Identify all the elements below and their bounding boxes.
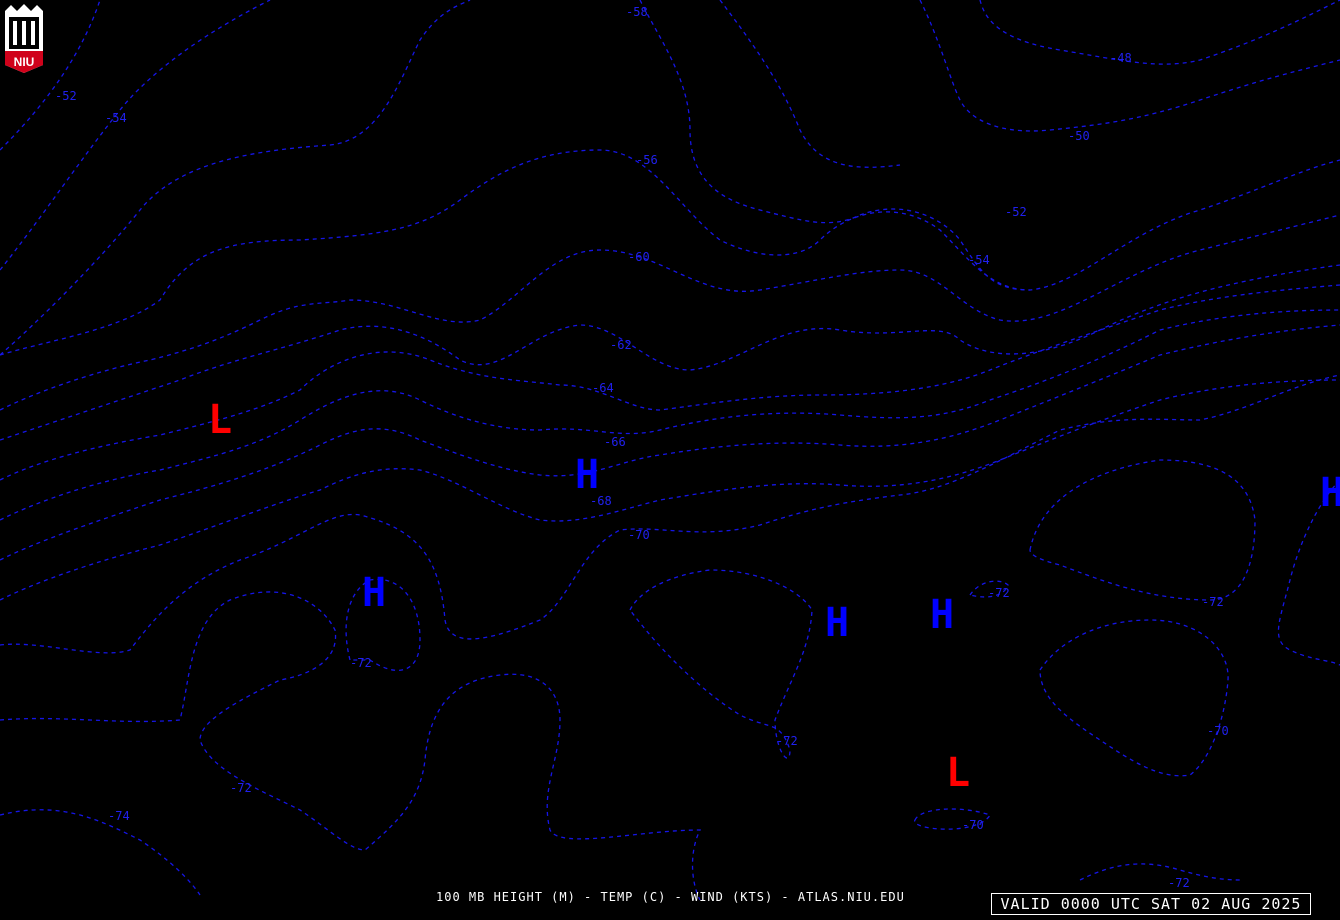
isotherm-label: -72 [350, 656, 372, 670]
isotherm-label: -66 [604, 435, 626, 449]
isotherm-label: -70 [962, 818, 984, 832]
isotherm-line [0, 0, 471, 356]
isotherm-label: -54 [968, 253, 990, 267]
low-pressure-symbol: L [946, 750, 970, 796]
isotherm-line [0, 379, 1340, 601]
isotherm-label: -50 [1068, 129, 1090, 143]
isotherm-line [0, 809, 201, 896]
isotherm-line [0, 591, 702, 901]
isotherm-label: -74 [108, 809, 130, 823]
isotherm-label: -72 [230, 781, 252, 795]
isotherm-label: -70 [1207, 724, 1229, 738]
isotherm-label: -64 [592, 381, 614, 395]
isotherm-layer: -58 -48 -52 -54 -50 -52 -54 -56 -60 -62 … [0, 0, 1340, 901]
high-pressure-symbol: H [1320, 470, 1340, 516]
isotherm-label: -60 [628, 250, 650, 264]
isotherm-line [0, 149, 1340, 356]
map-caption: 100 MB HEIGHT (M) - TEMP (C) - WIND (KTS… [436, 890, 905, 904]
isotherm-label: -70 [628, 528, 650, 542]
isotherm-line [1039, 619, 1229, 777]
isotherm-label: -56 [636, 153, 658, 167]
valid-time-box: VALID 0000 UTC SAT 02 AUG 2025 [991, 893, 1311, 915]
isotherm-line [1079, 863, 1241, 881]
isotherm-label: -72 [988, 586, 1010, 600]
isotherm-line [1029, 459, 1256, 601]
isotherm-label: -72 [1202, 595, 1224, 609]
isotherm-label: -48 [1110, 51, 1132, 65]
high-pressure-symbol: H [362, 570, 386, 616]
isotherm-line [979, 0, 1340, 65]
isotherm-label: -72 [1168, 876, 1190, 890]
isotherm-line [629, 569, 813, 759]
niu-logo: NIU [3, 3, 45, 73]
low-pressure-symbol: L [208, 397, 232, 443]
high-pressure-symbol: H [825, 600, 849, 646]
high-pressure-symbol: H [575, 452, 599, 498]
isotherm-label: -52 [1005, 205, 1027, 219]
isotherm-labels: -58 -48 -52 -54 -50 -52 -54 -56 -60 -62 … [55, 5, 1229, 890]
isotherm-line [0, 324, 1340, 561]
isotherm-line [0, 214, 1340, 411]
isotherm-line [0, 309, 1340, 521]
isotherm-line [0, 284, 1340, 481]
isotherm-label: -54 [105, 111, 127, 125]
isotherm-label: -58 [626, 5, 648, 19]
isotherm-label: -52 [55, 89, 77, 103]
logo-text: NIU [13, 55, 35, 69]
isotherm-line [639, 0, 1031, 291]
isotherm-line [919, 0, 1340, 132]
isotherm-line [0, 264, 1340, 441]
high-pressure-symbol: H [930, 592, 954, 638]
isotherm-line [0, 374, 1340, 654]
isotherm-label: -72 [776, 734, 798, 748]
isotherm-label: -62 [610, 338, 632, 352]
weather-map: -58 -48 -52 -54 -50 -52 -54 -56 -60 -62 … [0, 0, 1340, 920]
isotherm-line [719, 0, 901, 168]
